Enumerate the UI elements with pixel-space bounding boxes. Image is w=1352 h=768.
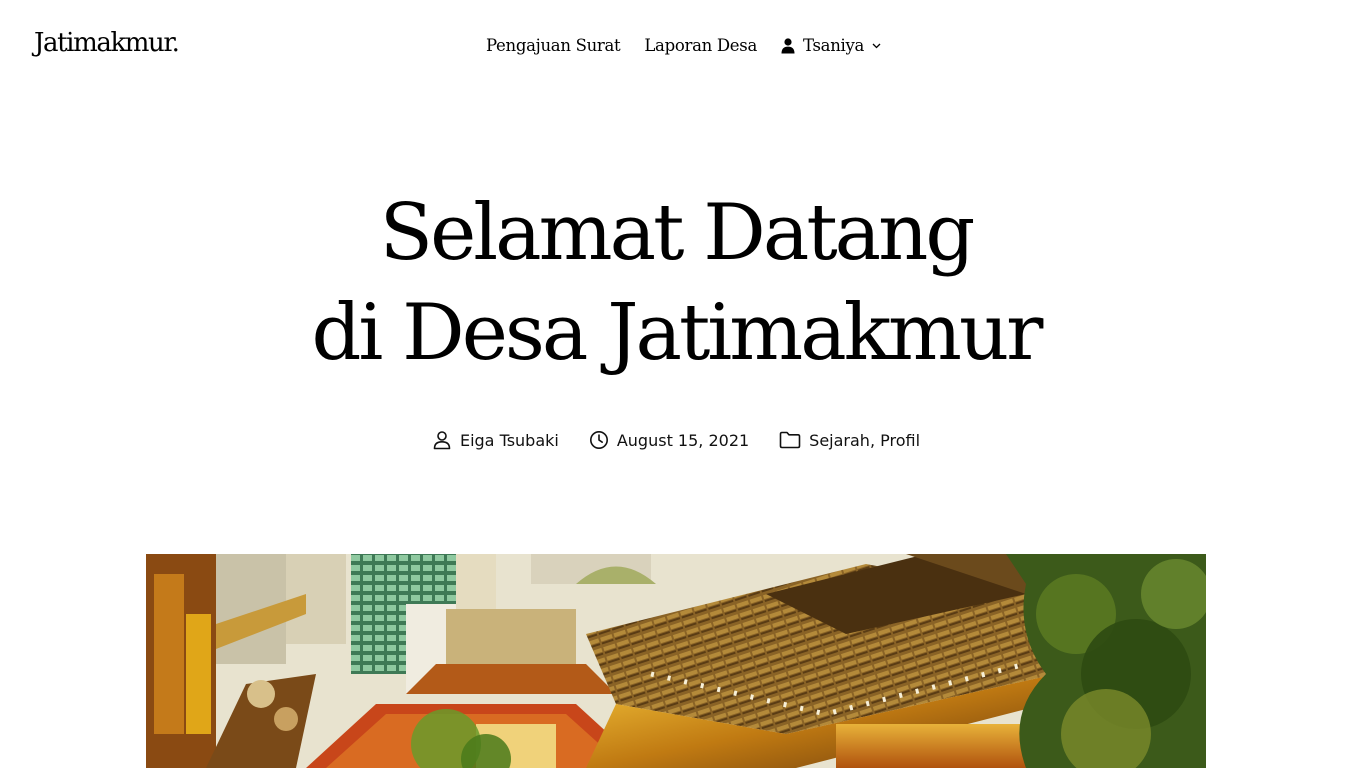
featured-photo-village-rooftops bbox=[146, 554, 1206, 768]
post-categories-list: Sejarah, Profil bbox=[809, 431, 920, 450]
post-author-link[interactable]: Eiga Tsubaki bbox=[460, 431, 559, 450]
post-categories: Sejarah, Profil bbox=[779, 431, 920, 450]
featured-image bbox=[146, 554, 1206, 768]
post-title-line-1: Selamat Datang bbox=[379, 188, 976, 278]
user-menu[interactable]: Tsaniya bbox=[781, 36, 881, 55]
chevron-down-icon bbox=[872, 43, 881, 49]
category-link-sejarah[interactable]: Sejarah bbox=[809, 431, 870, 450]
category-separator: , bbox=[869, 430, 881, 450]
user-menu-label: Tsaniya bbox=[802, 36, 865, 55]
folder-icon bbox=[779, 431, 801, 449]
site-title[interactable]: Jatimakmur. bbox=[34, 28, 180, 58]
category-link-profil[interactable]: Profil bbox=[880, 431, 920, 450]
post-date-link[interactable]: August 15, 2021 bbox=[617, 431, 749, 450]
user-icon bbox=[781, 37, 795, 54]
post-meta: Eiga Tsubaki August 15, 2021 Sejarah, Pr… bbox=[0, 430, 1352, 450]
post-author: Eiga Tsubaki bbox=[432, 430, 559, 450]
post-title-line-2: di Desa Jatimakmur bbox=[311, 288, 1044, 378]
clock-icon bbox=[589, 430, 609, 450]
post-date: August 15, 2021 bbox=[589, 430, 749, 450]
post-title: Selamat Datang di Desa Jatimakmur bbox=[0, 183, 1352, 383]
nav-item-laporan-desa[interactable]: Laporan Desa bbox=[644, 36, 757, 55]
nav-item-pengajuan-surat[interactable]: Pengajuan Surat bbox=[486, 36, 621, 55]
primary-nav: Pengajuan Surat Laporan Desa Tsaniya bbox=[486, 36, 881, 55]
site-header: Jatimakmur. Pengajuan Surat Laporan Desa… bbox=[0, 0, 1352, 95]
person-outline-icon bbox=[432, 430, 452, 450]
